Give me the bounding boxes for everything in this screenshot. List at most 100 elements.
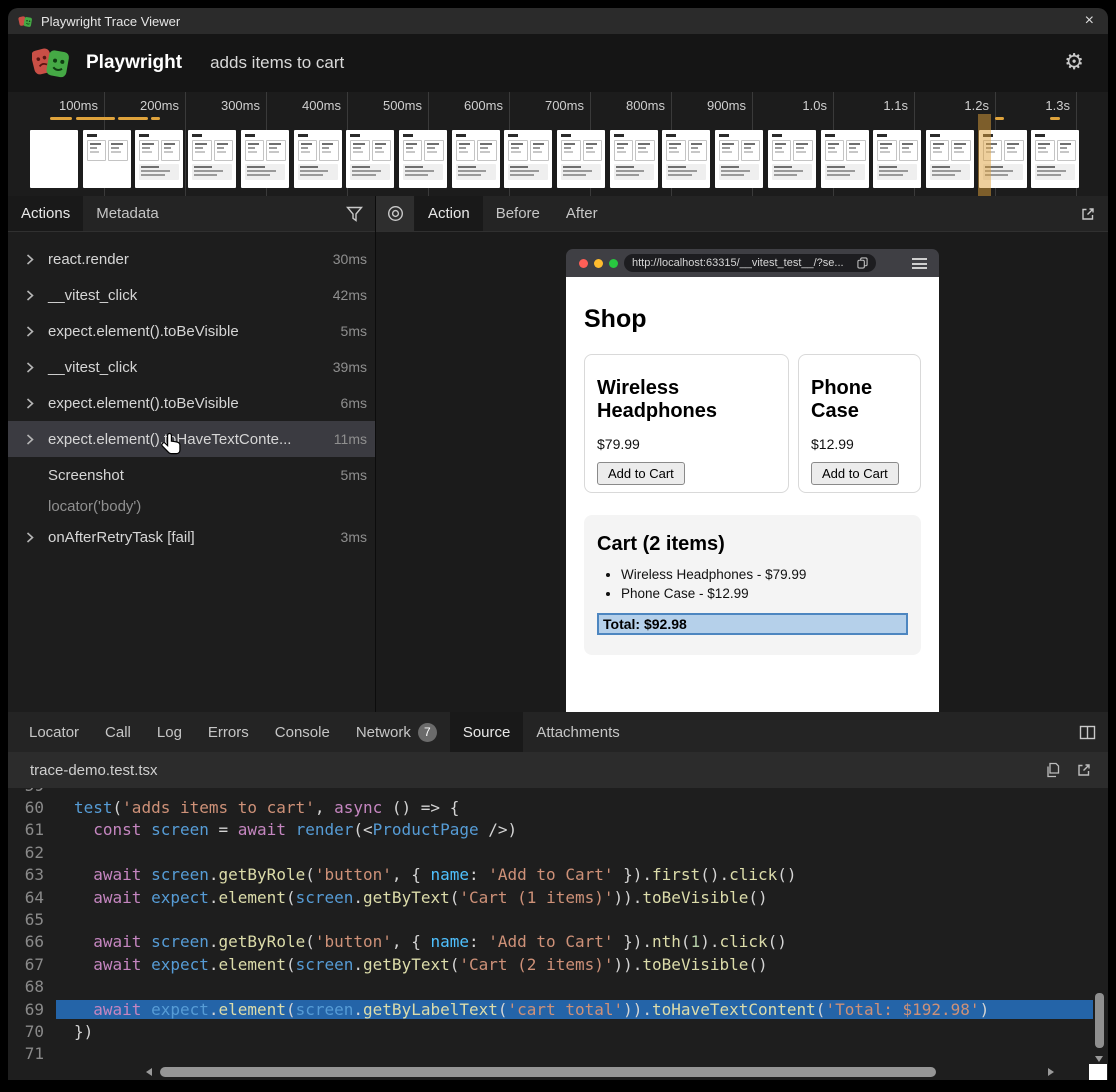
tab-before[interactable]: Before [483, 196, 553, 231]
tab-actions[interactable]: Actions [8, 196, 83, 231]
cart-heading: Cart (2 items) [597, 533, 908, 556]
film-strip-thumbnail[interactable] [557, 130, 605, 188]
cart-item: Phone Case - $12.99 [621, 585, 908, 604]
title-bar: Playwright Trace Viewer × [8, 8, 1108, 34]
close-icon[interactable]: × [1085, 8, 1094, 34]
tab-after[interactable]: After [553, 196, 611, 231]
action-row[interactable]: Screenshot5ms [8, 457, 375, 493]
film-strip-thumbnail[interactable] [610, 130, 658, 188]
film-strip-thumbnail[interactable] [873, 130, 921, 188]
split-view-icon[interactable] [1079, 725, 1096, 740]
tab-network[interactable]: Network7 [343, 712, 450, 752]
source-code-editor[interactable]: 5960test('adds items to cart', async () … [8, 788, 1108, 1080]
film-strip-thumbnail[interactable] [452, 130, 500, 188]
tab-log[interactable]: Log [144, 712, 195, 752]
tab-label: Locator [29, 724, 79, 741]
source-filebar: trace-demo.test.tsx [8, 752, 1108, 788]
film-strip-thumbnail[interactable] [241, 130, 289, 188]
action-row[interactable]: react.render30ms [8, 241, 375, 277]
source-line[interactable]: 63 await screen.getByRole('button', { na… [8, 864, 1108, 886]
source-line[interactable]: 67 await expect.element(screen.getByText… [8, 953, 1108, 975]
horizontal-scrollbar[interactable] [160, 1067, 936, 1077]
film-strip-thumbnail[interactable] [821, 130, 869, 188]
action-row[interactable]: __vitest_click39ms [8, 349, 375, 385]
source-line[interactable]: 70}) [8, 1020, 1108, 1042]
source-line[interactable]: 60test('adds items to cart', async () =>… [8, 796, 1108, 818]
source-line[interactable]: 59 [8, 788, 1108, 796]
source-line[interactable]: 71 [8, 1043, 1108, 1065]
tab-label: Console [275, 724, 330, 741]
tab-attachments[interactable]: Attachments [523, 712, 632, 752]
film-strip-thumbnail[interactable] [662, 130, 710, 188]
chevron-right-icon[interactable] [26, 398, 34, 409]
source-line[interactable]: 64 await expect.element(screen.getByText… [8, 886, 1108, 908]
tab-call[interactable]: Call [92, 712, 144, 752]
timeline[interactable]: 100ms200ms300ms400ms500ms600ms700ms800ms… [8, 92, 1108, 196]
film-strip-thumbnail[interactable] [768, 130, 816, 188]
film-strip-thumbnail[interactable] [135, 130, 183, 188]
action-row[interactable]: __vitest_click42ms [8, 277, 375, 313]
gear-icon[interactable]: ⚙ [1064, 48, 1084, 76]
chevron-right-icon[interactable] [26, 254, 34, 265]
vscroll-down-arrow-icon[interactable] [1095, 1056, 1103, 1062]
action-duration-mark [76, 117, 115, 120]
playwright-masks-icon [18, 15, 33, 28]
line-number: 61 [8, 820, 56, 839]
chevron-right-icon[interactable] [26, 434, 34, 445]
actions-toolbar: Actions Metadata [8, 196, 375, 232]
film-strip-thumbnail[interactable] [188, 130, 236, 188]
film-strip-thumbnail[interactable] [715, 130, 763, 188]
tab-action[interactable]: Action [415, 196, 483, 231]
tab-locator[interactable]: Locator [16, 712, 92, 752]
source-line[interactable]: 65 [8, 908, 1108, 930]
tab-source[interactable]: Source [450, 712, 524, 752]
film-strip-thumbnail[interactable] [346, 130, 394, 188]
copy-url-icon[interactable] [857, 257, 868, 269]
tab-label: Source [463, 724, 511, 741]
hscroll-right-arrow-icon[interactable] [1048, 1068, 1054, 1076]
tab-metadata[interactable]: Metadata [83, 196, 172, 231]
hscroll-left-arrow-icon[interactable] [146, 1068, 152, 1076]
product-name: Wireless Headphones [597, 377, 776, 423]
source-line[interactable]: 68 [8, 976, 1108, 998]
open-source-external-icon[interactable] [1076, 762, 1092, 778]
tab-label: Log [157, 724, 182, 741]
filter-icon[interactable] [346, 206, 363, 222]
chevron-right-icon[interactable] [26, 532, 34, 543]
chevron-right-icon[interactable] [26, 290, 34, 301]
tab-label: Errors [208, 724, 249, 741]
snapshot-toolbar: ActionBeforeAfter [376, 196, 1108, 232]
copy-source-icon[interactable] [1045, 762, 1060, 778]
timeline-selection-band [978, 114, 991, 196]
action-row[interactable]: expect.element().toBeVisible6ms [8, 385, 375, 421]
chevron-right-icon[interactable] [26, 362, 34, 373]
action-label: onAfterRetryTask [fail] [48, 529, 195, 546]
source-line[interactable]: 62 [8, 841, 1108, 863]
film-strip-thumbnail[interactable] [30, 130, 78, 188]
source-line-highlighted[interactable]: 69 await expect.element(screen.getByLabe… [8, 998, 1108, 1020]
action-row[interactable]: expect.element().toHaveTextConte...11ms [8, 421, 375, 457]
source-line[interactable]: 66 await screen.getByRole('button', { na… [8, 931, 1108, 953]
action-row[interactable]: onAfterRetryTask [fail]3ms [8, 519, 375, 555]
tab-console[interactable]: Console [262, 712, 343, 752]
line-number: 67 [8, 955, 56, 974]
vertical-scrollbar[interactable] [1095, 993, 1104, 1048]
film-strip-thumbnail[interactable] [294, 130, 342, 188]
chevron-right-icon[interactable] [26, 326, 34, 337]
tab-label: Metadata [96, 205, 159, 222]
source-line[interactable]: 61 const screen = await render(<ProductP… [8, 819, 1108, 841]
film-strip-thumbnail[interactable] [1031, 130, 1079, 188]
film-strip-thumbnail[interactable] [504, 130, 552, 188]
snapshot-page: Shop Wireless Headphones$79.99Add to Car… [566, 277, 939, 712]
action-row[interactable]: expect.element().toBeVisible5ms [8, 313, 375, 349]
tab-errors[interactable]: Errors [195, 712, 262, 752]
add-to-cart-button[interactable]: Add to Cart [597, 462, 685, 485]
action-locator: locator('body') [48, 498, 141, 515]
action-duration-mark [995, 117, 1004, 120]
film-strip-thumbnail[interactable] [83, 130, 131, 188]
film-strip-thumbnail[interactable] [926, 130, 974, 188]
open-external-icon[interactable] [1080, 206, 1096, 222]
pick-locator-icon[interactable] [376, 196, 415, 231]
film-strip-thumbnail[interactable] [399, 130, 447, 188]
add-to-cart-button[interactable]: Add to Cart [811, 462, 899, 485]
